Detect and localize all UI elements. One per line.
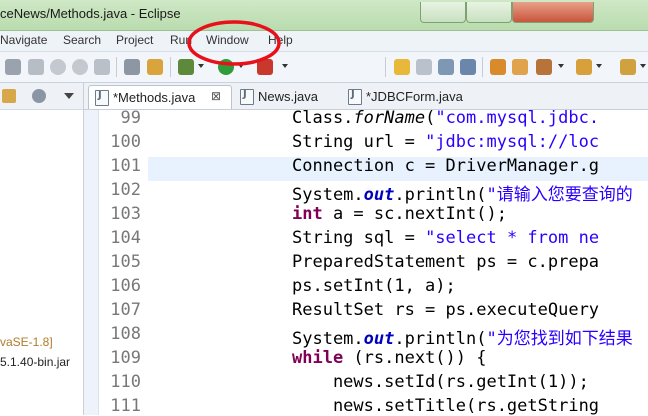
code-line[interactable]: System.out.println("为您找到如下结果 bbox=[292, 324, 633, 349]
window-title: ceNews/Methods.java - Eclipse bbox=[0, 6, 181, 21]
link-with-editor-icon[interactable] bbox=[2, 89, 16, 103]
line-number: 106 bbox=[110, 276, 141, 296]
line-number: 102 bbox=[110, 180, 141, 200]
code-line[interactable]: news.setId(rs.getInt(1)); bbox=[292, 372, 589, 392]
new-wizard-icon[interactable] bbox=[394, 59, 410, 75]
step-over-icon[interactable] bbox=[72, 59, 88, 75]
open-perspective-icon[interactable] bbox=[490, 59, 506, 75]
line-number: 104 bbox=[110, 228, 141, 248]
menu-bar: Navigate Search Project Run Window Help bbox=[0, 31, 648, 52]
tab-label: *JDBCForm.java bbox=[366, 89, 463, 104]
view-menu-icon[interactable] bbox=[64, 93, 74, 99]
code-line[interactable]: while (rs.next()) { bbox=[292, 348, 486, 368]
step-into-icon[interactable] bbox=[50, 59, 66, 75]
package-explorer-toolbar bbox=[0, 83, 83, 110]
minimize-button[interactable] bbox=[420, 2, 466, 23]
next-annotation-icon[interactable] bbox=[576, 59, 592, 75]
show-whitespace-icon[interactable] bbox=[460, 59, 476, 75]
line-number: 111 bbox=[110, 396, 141, 416]
toggle-mark-occurrences-icon[interactable] bbox=[438, 59, 454, 75]
stop-icon[interactable] bbox=[5, 59, 21, 75]
tab-news-java[interactable]: News.java bbox=[234, 85, 338, 108]
code-line[interactable]: ps.setInt(1, a); bbox=[292, 276, 456, 296]
code-line[interactable]: String url = "jdbc:mysql://loc bbox=[292, 132, 599, 152]
tab-jdbcform-java[interactable]: *JDBCForm.java bbox=[342, 85, 482, 108]
code-line[interactable]: System.out.println("请输入您要查询的 bbox=[292, 180, 633, 205]
highlight-ellipse bbox=[187, 20, 281, 66]
line-number: 99 bbox=[120, 108, 141, 128]
editor-tab-bar: *Methods.java ⊠ News.java *JDBCForm.java bbox=[84, 83, 648, 110]
menu-navigate[interactable]: Navigate bbox=[0, 33, 47, 47]
use-step-filters-icon[interactable] bbox=[124, 59, 140, 75]
previous-annotation-icon[interactable] bbox=[620, 59, 636, 75]
close-window-button[interactable] bbox=[512, 2, 594, 23]
previous-annotation-dropdown-icon[interactable] bbox=[640, 64, 646, 68]
line-number: 107 bbox=[110, 300, 141, 320]
line-number: 103 bbox=[110, 204, 141, 224]
step-return-icon[interactable] bbox=[94, 59, 110, 75]
title-bar: ceNews/Methods.java - Eclipse bbox=[0, 0, 648, 31]
focus-icon[interactable] bbox=[32, 89, 46, 103]
java-file-icon bbox=[348, 89, 362, 105]
line-number: 101 bbox=[110, 156, 141, 176]
external-tools-dropdown-icon[interactable] bbox=[282, 64, 288, 68]
close-tab-icon[interactable]: ⊠ bbox=[211, 89, 221, 103]
code-line[interactable]: Connection c = DriverManager.g bbox=[292, 156, 599, 176]
line-number: 109 bbox=[110, 348, 141, 368]
maximize-button[interactable] bbox=[466, 2, 512, 23]
code-line[interactable]: int a = sc.nextInt(); bbox=[292, 204, 507, 224]
toolbar bbox=[0, 52, 648, 83]
pencil-icon[interactable] bbox=[536, 59, 552, 75]
disconnect-icon[interactable] bbox=[28, 59, 44, 75]
open-type-icon[interactable] bbox=[416, 59, 432, 75]
code-editor[interactable]: 99 100 101 102 103 104 105 106 107 108 1… bbox=[84, 108, 648, 416]
line-number: 100 bbox=[110, 132, 141, 152]
pencil-dropdown-icon[interactable] bbox=[558, 64, 564, 68]
code-line[interactable]: String sql = "select * from ne bbox=[292, 228, 599, 248]
java-file-icon bbox=[240, 89, 254, 105]
line-number: 110 bbox=[110, 372, 141, 392]
package-explorer-panel: vaSE-1.8] 5.1.40-bin.jar bbox=[0, 83, 84, 415]
java-file-icon bbox=[95, 90, 109, 106]
line-number-ruler: 99 100 101 102 103 104 105 106 107 108 1… bbox=[99, 108, 147, 416]
line-number: 105 bbox=[110, 252, 141, 272]
annotation-ruler[interactable] bbox=[84, 110, 99, 415]
open-folder-icon[interactable] bbox=[512, 59, 528, 75]
tab-label: News.java bbox=[258, 89, 318, 104]
jre-library-label[interactable]: vaSE-1.8] bbox=[0, 335, 53, 349]
line-number: 108 bbox=[110, 324, 141, 344]
menu-search[interactable]: Search bbox=[63, 33, 101, 47]
code-line[interactable]: ResultSet rs = ps.executeQuery bbox=[292, 300, 599, 320]
tab-methods-java[interactable]: *Methods.java ⊠ bbox=[88, 85, 232, 109]
code-line[interactable]: Class.forName("com.mysql.jdbc. bbox=[292, 108, 599, 128]
code-line[interactable]: PreparedStatement ps = c.prepa bbox=[292, 252, 599, 272]
skip-breakpoints-icon[interactable] bbox=[147, 59, 163, 75]
jar-library-label[interactable]: 5.1.40-bin.jar bbox=[0, 355, 70, 369]
code-line[interactable]: news.setTitle(rs.getString bbox=[292, 396, 599, 416]
next-annotation-dropdown-icon[interactable] bbox=[596, 64, 602, 68]
menu-project[interactable]: Project bbox=[116, 33, 153, 47]
tab-label: *Methods.java bbox=[113, 90, 196, 105]
